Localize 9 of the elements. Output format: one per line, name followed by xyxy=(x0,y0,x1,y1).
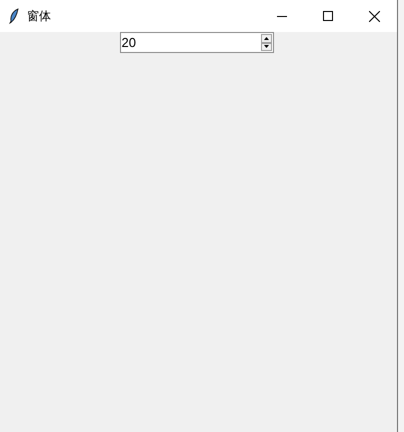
down-arrow-icon xyxy=(264,45,268,48)
increment-button[interactable] xyxy=(260,34,272,42)
spinbox[interactable]: 20 xyxy=(120,32,274,53)
window-title: 窗体 xyxy=(27,8,51,25)
number-field[interactable]: 20 xyxy=(120,33,260,52)
maximize-icon xyxy=(323,11,333,21)
close-icon xyxy=(368,10,380,22)
up-arrow-icon xyxy=(264,36,268,40)
feather-icon xyxy=(9,8,19,24)
